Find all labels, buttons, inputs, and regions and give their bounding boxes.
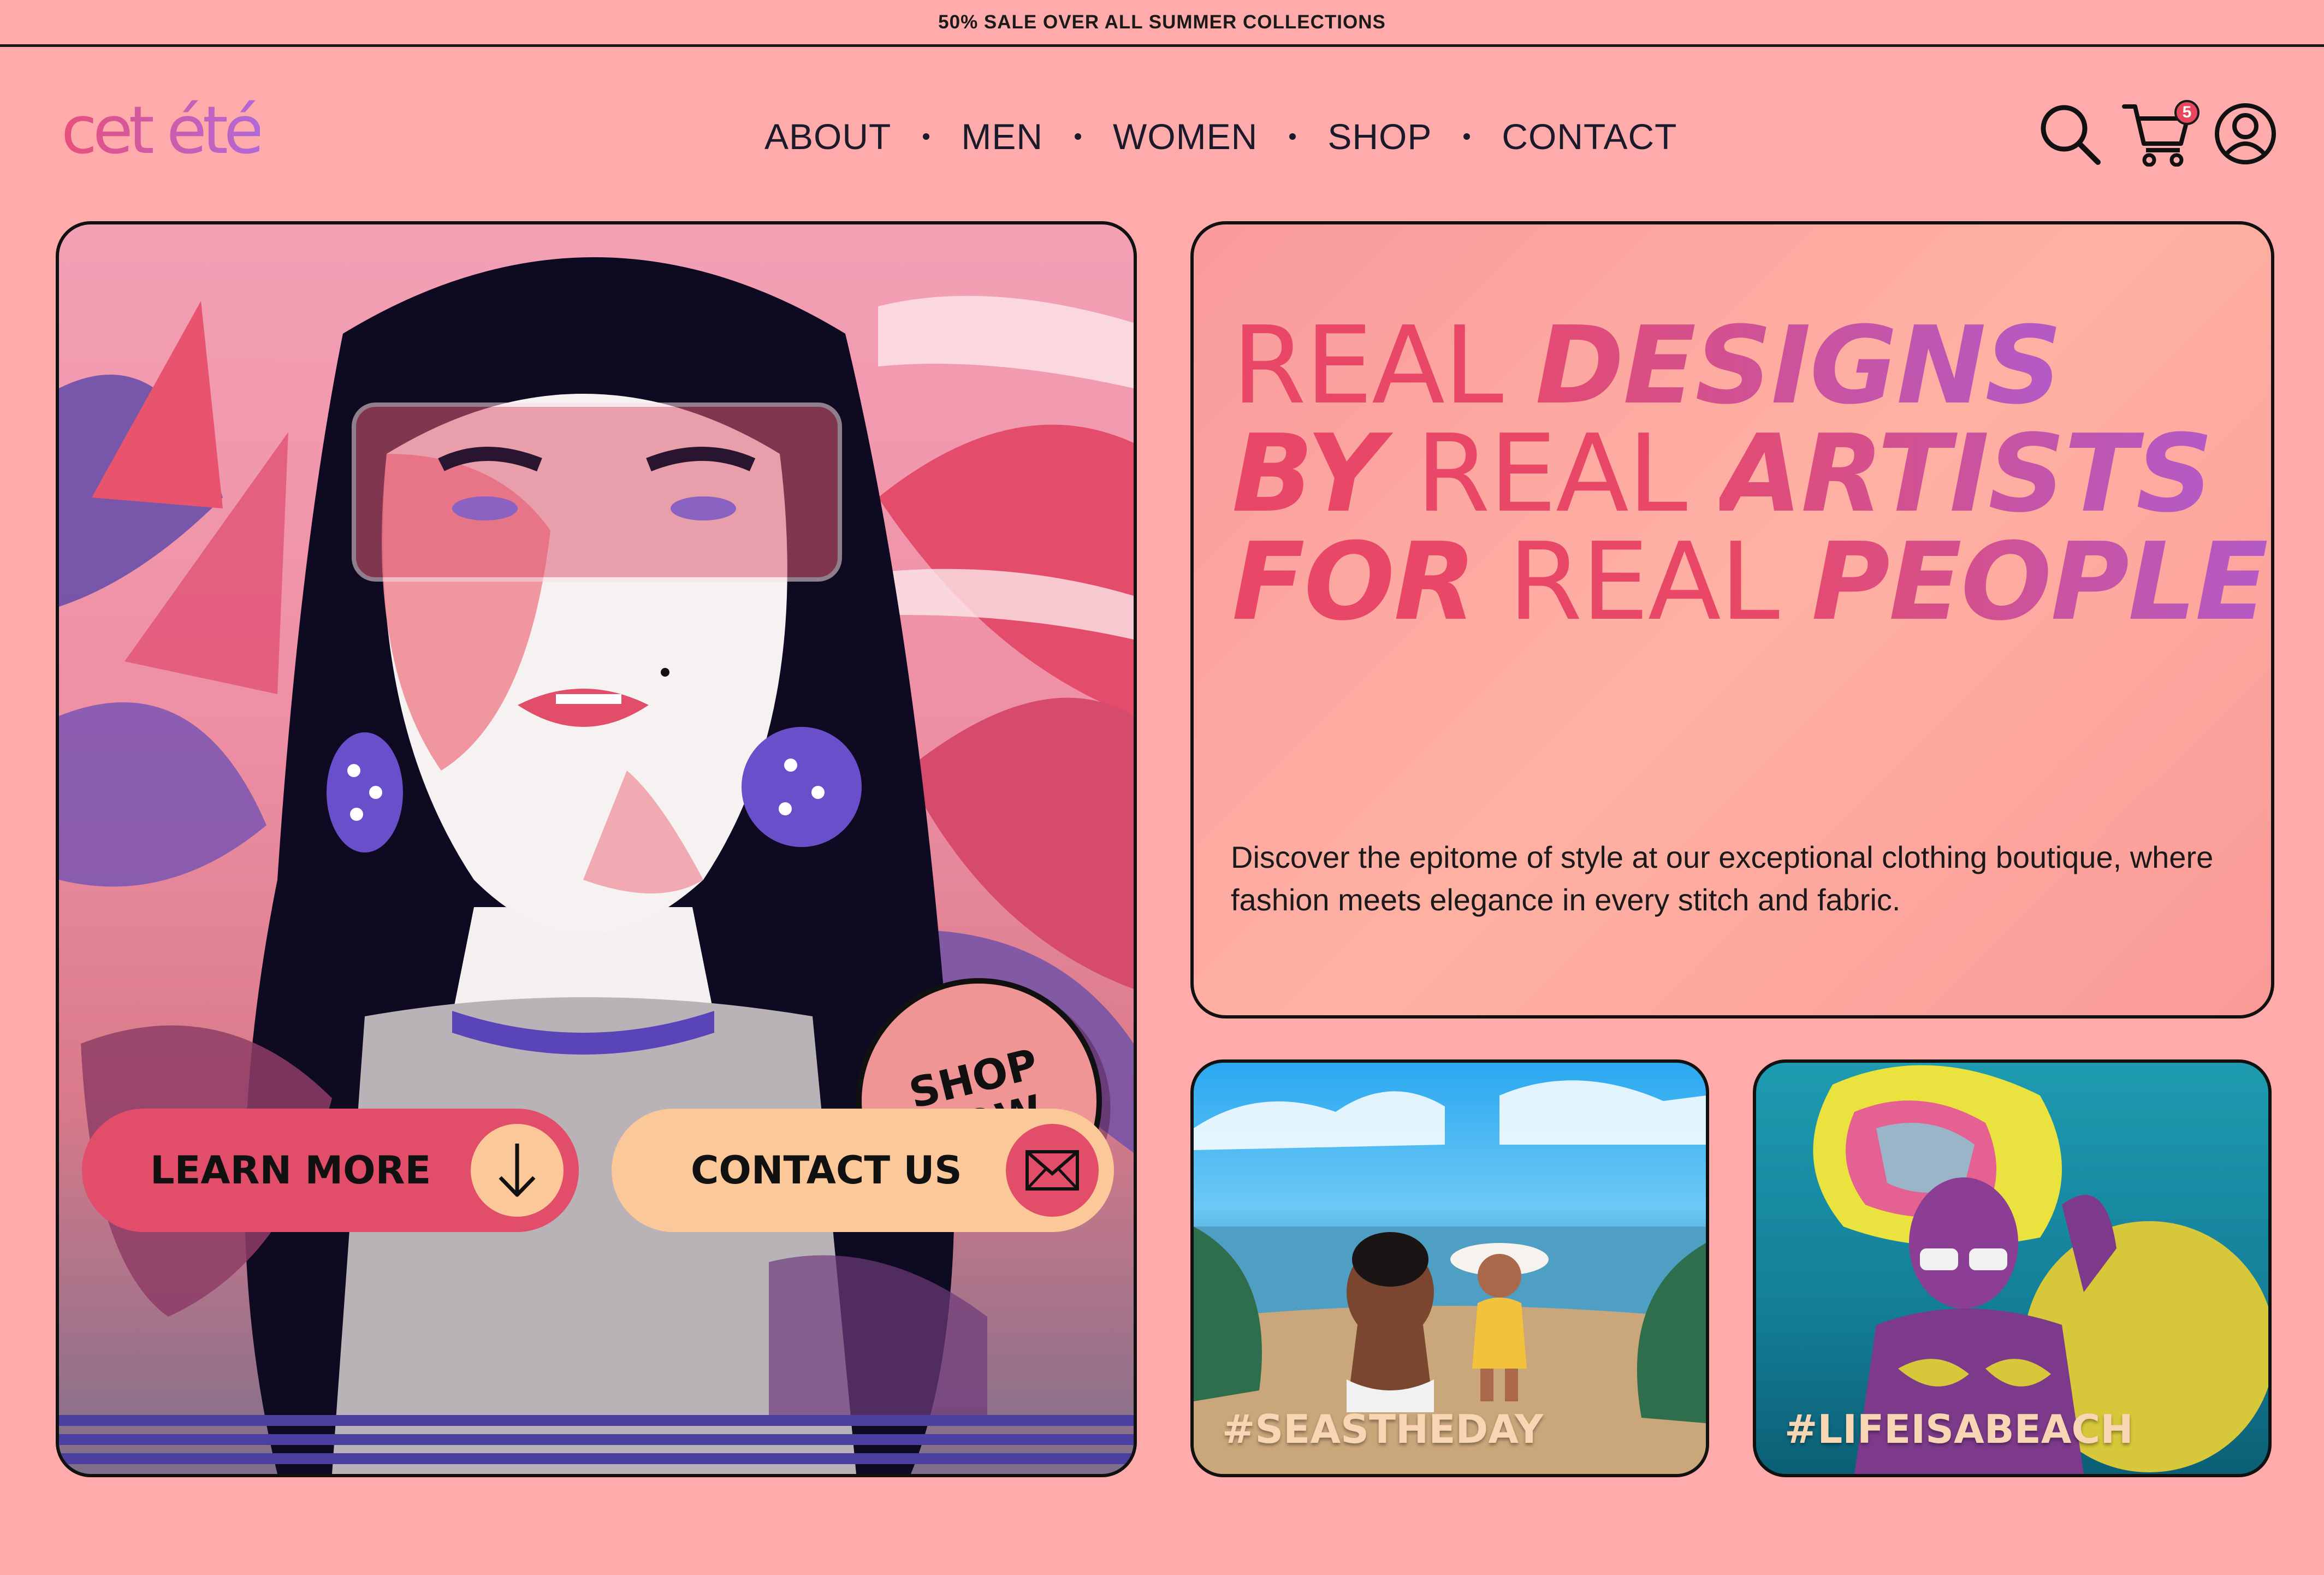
hero-illustration [59,257,1134,1474]
gallery-tag: #LIFEISABEACH [1784,1406,2133,1452]
headline-word: REAL [1508,520,1780,644]
headline-word: BY [1232,412,1384,536]
description: Discover the epitome of style at our exc… [1231,840,2214,917]
brand-logo[interactable]: cet été [61,98,264,164]
nav-separator [1289,133,1296,140]
mail-icon [1006,1124,1099,1217]
hero-card: SHOP NOW [56,221,1137,1477]
nav-about[interactable]: ABOUT [764,116,891,157]
headline-word: FOR [1232,520,1476,644]
search-icon[interactable] [2037,101,2102,167]
gallery-card-lifeisabeach[interactable]: #LIFEISABEACH [1753,1059,2272,1477]
nav-separator [1463,133,1471,140]
user-icon[interactable] [2213,101,2278,167]
cart-icon[interactable]: 5 [2122,100,2200,167]
nav-separator [923,133,930,140]
contact-us-label: CONTACT US [691,1148,962,1193]
cart-count-badge: 5 [2174,100,2200,125]
arrow-down-icon [471,1124,564,1217]
headline-word: ARTISTS [1719,412,2213,536]
contact-us-button[interactable]: CONTACT US [612,1109,1114,1232]
nav-separator [1075,133,1082,140]
header-icons: 5 [2037,100,2278,167]
headline-word: REAL [1415,412,1687,536]
nav-contact[interactable]: CONTACT [1502,116,1677,157]
main-nav: ABOUT MEN WOMEN SHOP CONTACT [764,109,1677,164]
headline: REAL DESIGNS BY REAL ARTISTS FOR REAL PE… [1232,312,2268,636]
learn-more-button[interactable]: LEARN MORE [82,1109,579,1232]
headline-card: REAL DESIGNS BY REAL ARTISTS FOR REAL PE… [1190,221,2274,1019]
gallery-card-seastheday[interactable]: #SEASTHEDAY [1190,1059,1709,1477]
headline-word: DESIGNS [1535,304,2062,428]
learn-more-label: LEARN MORE [150,1148,431,1193]
nav-women[interactable]: WOMEN [1113,116,1258,157]
announcement-bar: 50% SALE OVER ALL SUMMER COLLECTIONS [0,0,2324,47]
headline-word: REAL [1232,304,1503,428]
nav-men[interactable]: MEN [961,116,1043,157]
gallery-tag: #SEASTHEDAY [1222,1406,1544,1452]
nav-shop[interactable]: SHOP [1327,116,1432,157]
headline-word: PEOPLE [1811,520,2268,644]
